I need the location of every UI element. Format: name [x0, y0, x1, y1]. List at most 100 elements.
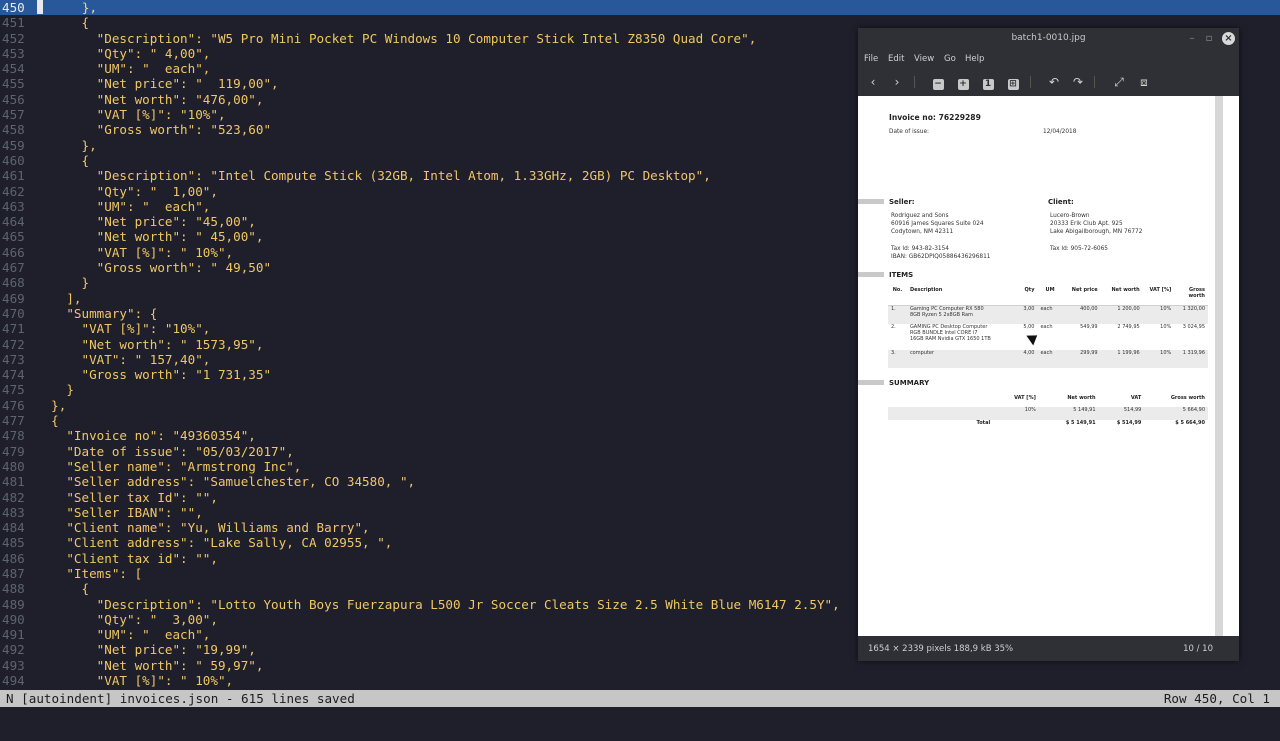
- summary-heading: SUMMARY: [889, 379, 930, 387]
- line-number: 457: [2, 107, 25, 123]
- summary-total-vat: $ 514,99: [1116, 420, 1142, 426]
- invoice-title: Invoice no: 76229289: [889, 113, 981, 122]
- code-line[interactable]: 450 },: [0, 0, 1280, 16]
- line-number: 466: [2, 244, 25, 260]
- line-number: 452: [2, 30, 25, 46]
- code-text: "Gross worth": " 49,50": [36, 260, 272, 276]
- section-marker: [858, 199, 884, 204]
- code-text: "Client tax id": "",: [36, 550, 218, 566]
- item-net-price: 299,99: [1062, 350, 1101, 368]
- item-net-price: 400,00: [1062, 305, 1101, 324]
- item-gross-worth: 3 024,95: [1182, 324, 1205, 330]
- code-text: "Qty": " 1,00",: [36, 183, 218, 199]
- viewer-titlebar[interactable]: batch1-0010.jpg – ▫ ×: [858, 28, 1239, 50]
- line-number: 488: [2, 581, 25, 597]
- item-qty: 3,00: [1010, 305, 1038, 324]
- menu-go[interactable]: Go: [944, 54, 956, 64]
- summary-vat-pct: 10%: [993, 407, 1039, 420]
- code-text: ],: [36, 290, 82, 306]
- editor-status-bar: N [autoindent] invoices.json - 615 lines…: [0, 690, 1280, 707]
- line-number: 467: [2, 260, 25, 276]
- section-marker: [858, 272, 884, 277]
- summary-col-gross: Gross worth: [1170, 395, 1205, 401]
- line-number: 484: [2, 520, 25, 536]
- zoom-out-icon[interactable]: −: [930, 74, 946, 90]
- code-text: {: [36, 152, 90, 168]
- code-text: "Net price": " 119,00",: [36, 76, 279, 92]
- line-number: 465: [2, 229, 25, 245]
- item-vat: 10%: [1142, 305, 1175, 324]
- items-header-row: No. Description Qty UM Net price Net wor…: [888, 287, 1208, 306]
- window-title: batch1-0010.jpg: [1011, 33, 1086, 43]
- code-line[interactable]: 494 "VAT [%]": " 10%",: [0, 673, 1280, 688]
- code-text: {: [36, 581, 90, 597]
- menu-view[interactable]: View: [914, 54, 934, 64]
- seller-address-2: Codytown, NM 42311: [891, 229, 954, 235]
- code-text: "UM": " each",: [36, 61, 211, 77]
- line-number: 454: [2, 61, 25, 77]
- code-text: "UM": " each",: [36, 627, 211, 643]
- page-indicator: 10 / 10: [1183, 644, 1213, 654]
- line-number: 450: [2, 0, 25, 15]
- code-text: "Seller address": "Samuelchester, CO 345…: [36, 474, 416, 490]
- menu-help[interactable]: Help: [965, 54, 984, 64]
- line-number: 493: [2, 657, 25, 673]
- viewer-status-bar: 1654 × 2339 pixels 188,9 kB 35% 10 / 10: [858, 636, 1239, 661]
- line-number: 476: [2, 397, 25, 413]
- toolbar-separator: [914, 76, 915, 88]
- summary-spacer: [888, 407, 994, 420]
- col-no: No.: [888, 287, 907, 306]
- code-text: {: [36, 413, 59, 429]
- line-number: 470: [2, 305, 25, 321]
- line-number: 458: [2, 122, 25, 138]
- line-number: 463: [2, 198, 25, 214]
- zoom-actual-size-icon[interactable]: 1: [980, 74, 996, 90]
- code-text: "Description": "W5 Pro Mini Pocket PC Wi…: [36, 30, 757, 46]
- seller-iban: IBAN: GB62DPIQ05886436296811: [891, 254, 991, 260]
- client-name: Lucero-Brown: [1050, 213, 1090, 219]
- item-qty: 4,00: [1010, 350, 1038, 368]
- code-text: "VAT [%]": "10%",: [36, 107, 226, 123]
- menu-edit[interactable]: Edit: [888, 54, 904, 64]
- close-button[interactable]: ×: [1222, 32, 1235, 45]
- section-marker: [858, 380, 884, 385]
- code-text: "Gross worth": "1 731,35": [36, 367, 272, 383]
- line-number: 491: [2, 627, 25, 643]
- zoom-fit-icon[interactable]: ⊞: [1005, 74, 1021, 90]
- col-net-worth: Net worth: [1100, 287, 1143, 306]
- fullscreen-icon[interactable]: ⤢: [1111, 74, 1127, 90]
- maximize-button[interactable]: ▫: [1202, 32, 1216, 46]
- line-number: 471: [2, 321, 25, 337]
- line-number: 489: [2, 596, 25, 612]
- item-net-worth: 1 199,96: [1100, 350, 1143, 368]
- code-text: "Client name": "Yu, Williams and Barry",: [36, 520, 370, 536]
- col-description: Description: [906, 287, 1011, 306]
- canvas-scrollbar[interactable]: [1215, 96, 1223, 636]
- next-image-icon[interactable]: ›: [889, 74, 905, 90]
- menu-file[interactable]: File: [864, 54, 878, 64]
- summary-total-gross: $ 5 664,90: [1175, 420, 1205, 426]
- col-qty: Qty: [1010, 287, 1038, 306]
- rotate-right-icon[interactable]: ↷: [1070, 74, 1086, 90]
- image-viewer-window: batch1-0010.jpg – ▫ × File Edit View Go …: [858, 28, 1239, 661]
- item-no: 2.: [891, 324, 896, 330]
- item-um: each: [1037, 305, 1063, 324]
- code-text: "Seller IBAN": "",: [36, 504, 203, 520]
- line-number: 490: [2, 611, 25, 627]
- line-number: 464: [2, 214, 25, 230]
- line-number: 492: [2, 642, 25, 658]
- code-text: "Net worth": " 59,97",: [36, 657, 264, 673]
- summary-spacer: [993, 420, 1039, 433]
- code-text: "Description": "Lotto Youth Boys Fuerzap…: [36, 596, 840, 612]
- zoom-in-icon[interactable]: +: [955, 74, 971, 90]
- client-address-1: 20333 Erik Club Apt. 925: [1050, 221, 1123, 227]
- minimize-button[interactable]: –: [1185, 32, 1199, 46]
- code-text: "Description": "Intel Compute Stick (32G…: [36, 168, 711, 184]
- slideshow-icon[interactable]: ⧈: [1136, 74, 1152, 90]
- rotate-left-icon[interactable]: ↶: [1046, 74, 1062, 90]
- item-no: 3.: [888, 350, 907, 368]
- summary-total-net: $ 5 149,91: [1065, 420, 1096, 426]
- code-text: }: [36, 275, 90, 291]
- image-canvas[interactable]: Invoice no: 76229289 Date of issue: 12/0…: [858, 96, 1239, 636]
- previous-image-icon[interactable]: ‹: [865, 74, 881, 90]
